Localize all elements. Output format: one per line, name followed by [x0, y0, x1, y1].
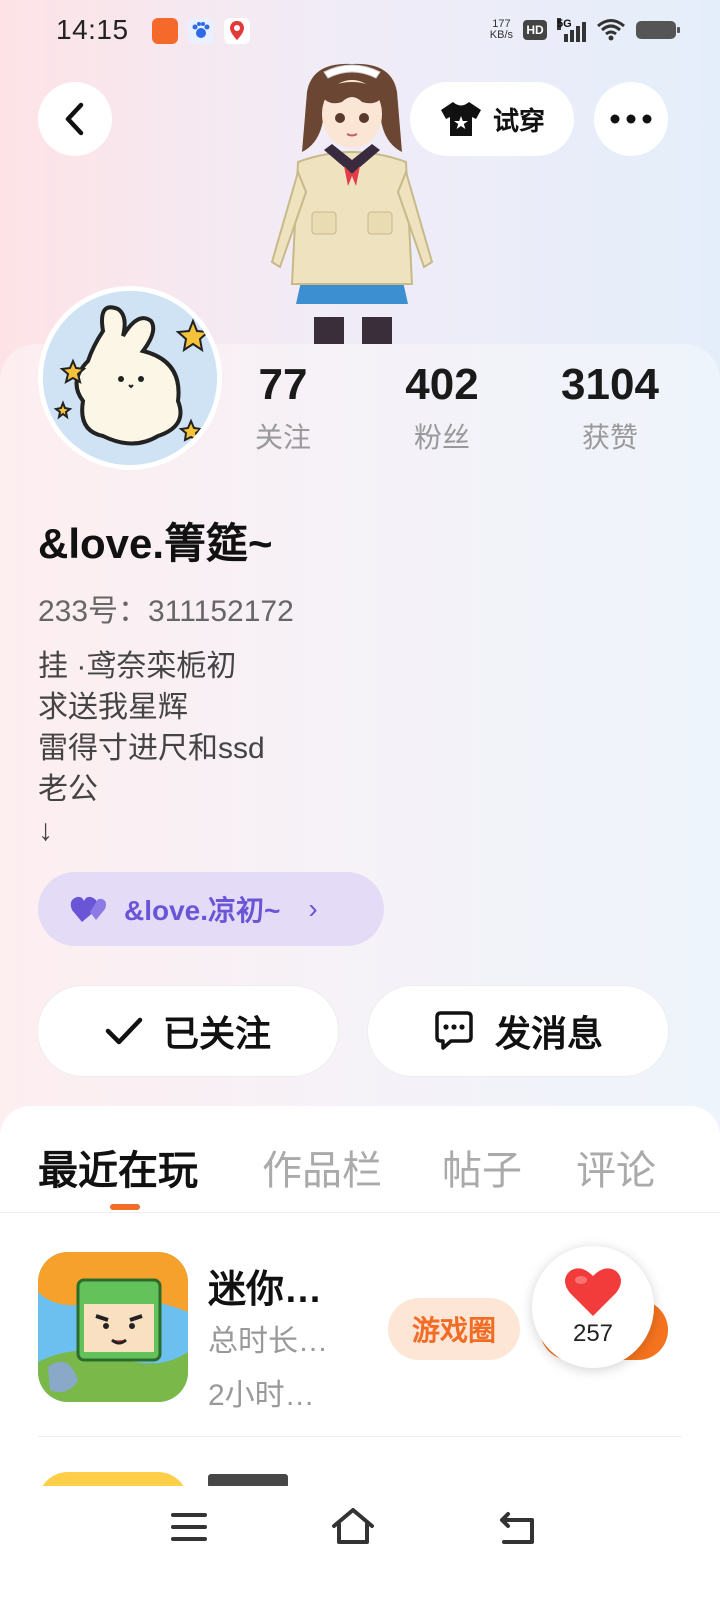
double-heart-icon [70, 896, 106, 922]
stat-label: 获赞 [581, 422, 638, 453]
bio-line: 挂 ·鸢奈栾栀初 [38, 650, 237, 683]
followed-label: 已关注 [162, 1013, 271, 1054]
map-app-icon [224, 18, 250, 44]
followed-button[interactable]: 已关注 [38, 986, 338, 1076]
cp-link-label: &love.凉初~ [124, 895, 281, 926]
chat-bubble-icon [435, 1011, 473, 1050]
notification-app-icon [152, 18, 178, 44]
menu-icon[interactable] [170, 1510, 208, 1544]
username: &love.箐筵~ [38, 520, 273, 567]
stat-following[interactable]: 77 关注 [213, 360, 353, 456]
send-message-button[interactable]: 发消息 [368, 986, 668, 1076]
game-recent-time: 2小时… [208, 1379, 315, 1412]
send-message-label: 发消息 [494, 1013, 603, 1054]
bio-line: 求送我星辉 [38, 691, 188, 724]
chevron-right-icon: › [308, 893, 318, 924]
status-icons: 177 KB/s HD 5G [489, 18, 680, 42]
game-total-time: 总时长… [208, 1325, 328, 1358]
screen: 14:15 177 KB/s HD 5G 试穿 77 关注 402 粉丝 310… [0, 0, 720, 1600]
status-bar: 14:15 177 KB/s HD 5G [0, 0, 720, 64]
try-on-label: 试穿 [492, 105, 545, 136]
bio-line: 雷得寸进尺和ssd [38, 732, 265, 765]
tab-works[interactable]: 作品栏 [262, 1138, 382, 1196]
cp-link-chip[interactable]: &love.凉初~ › [38, 872, 384, 946]
wifi-icon [597, 19, 625, 41]
stat-followers[interactable]: 402 粉丝 [372, 360, 512, 456]
more-button[interactable] [594, 82, 668, 156]
try-on-button[interactable]: 试穿 [410, 82, 574, 156]
bio: 挂 ·鸢奈栾栀初 求送我星辉 雷得寸进尺和ssd 老公 ↓ [38, 646, 265, 851]
tab-comments[interactable]: 评论 [576, 1138, 656, 1196]
tab-recently-played[interactable]: 最近在玩 [38, 1138, 198, 1196]
game-icon[interactable] [38, 1252, 188, 1402]
back-nav-icon[interactable] [498, 1510, 538, 1546]
more-dots-icon [610, 114, 652, 124]
hd-icon: HD [523, 20, 547, 40]
status-time: 14:15 [56, 14, 129, 45]
home-icon[interactable] [330, 1506, 376, 1546]
stat-value: 402 [405, 360, 479, 409]
game-circle-button[interactable]: 游戏圈 [388, 1298, 520, 1360]
profile-avatar[interactable] [38, 286, 222, 470]
bio-line: ↓ [38, 814, 53, 847]
stat-label: 粉丝 [413, 422, 470, 453]
row-divider [38, 1436, 682, 1437]
like-count: 257 [572, 1320, 614, 1347]
signal-icon: 5G [557, 18, 586, 42]
bio-line: 老公 [38, 773, 98, 806]
tabs-divider [0, 1212, 720, 1213]
tab-posts[interactable]: 帖子 [442, 1138, 522, 1196]
battery-icon [636, 21, 680, 39]
stat-label: 关注 [254, 422, 311, 453]
chevron-left-icon [65, 102, 84, 136]
heart-icon [565, 1268, 621, 1316]
system-nav-bar [0, 1486, 720, 1600]
user-id[interactable]: 233号：311152172 [38, 586, 294, 630]
like-floating-button[interactable]: 257 [532, 1246, 654, 1368]
tab-indicator [110, 1204, 140, 1210]
stat-value: 77 [258, 360, 308, 409]
back-button[interactable] [38, 82, 112, 156]
stat-value: 3104 [561, 360, 659, 409]
baidu-app-icon [188, 18, 214, 44]
checkmark-icon [105, 1017, 143, 1045]
net-speed: 177 KB/s [489, 18, 513, 41]
tshirt-icon [440, 102, 481, 136]
game-title[interactable]: 迷你… [208, 1258, 322, 1313]
stat-likes[interactable]: 3104 获赞 [540, 360, 680, 456]
